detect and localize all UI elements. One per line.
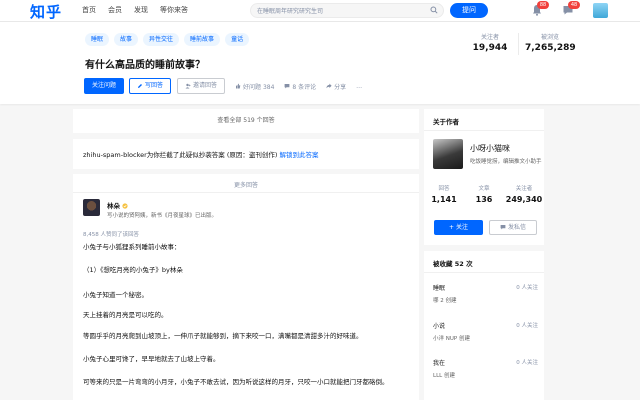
views-count: 7,265,289 [525,43,576,53]
message-icon [500,225,506,230]
answer-author-name[interactable]: 林朵 [107,200,128,210]
write-answer-button[interactable]: 写回答 [129,78,172,94]
share-icon [326,83,332,89]
answers-count: 1,141 [431,195,457,204]
about-author-title: 关于作者 [433,118,459,126]
search-box [250,3,444,18]
topic-tag[interactable]: 异性交往 [143,33,180,46]
answers-label: 回答 [438,186,450,192]
zhihu-logo[interactable]: 知乎 [30,1,62,22]
unlock-answer-link[interactable]: 解锁到此答案 [280,151,319,159]
question-actions: 关注问题 写回答 邀请回答 好问题 384 8 条评论 分享 … [84,78,362,94]
notification-badge: 88 [537,1,549,9]
collection-item[interactable]: 我在 0 人关注 LLL 创建 [433,358,538,379]
divider [424,272,544,273]
thumbs-up-icon [236,83,241,89]
question-title: 有什么高品质的睡前故事？ [85,60,205,71]
invite-answer-label: 邀请回答 [193,82,218,89]
collected-title: 被收藏 52 次 [433,260,473,268]
user-avatar[interactable] [593,3,608,18]
search-icon[interactable] [430,6,438,14]
collection-item[interactable]: 小说 0 人关注 小洋 NUP 创建 [433,321,538,342]
divider [73,192,419,193]
good-question-label: 好问题 384 [243,83,275,91]
answer-author-name-text: 林朵 [107,202,120,210]
answer-list: 更多回答 林朵 写小说的贤阿姨，新书《月夜星球》已出版。 8,458 人赞同了该… [73,174,419,400]
author-avatar[interactable] [433,139,463,169]
collection-followers: 0 人关注 [516,323,538,329]
author-bio: 吃饭睡觉捞，编辑推文小助手 [470,159,542,165]
good-question-button[interactable]: 好问题 384 [235,82,274,91]
articles-count: 136 [475,195,493,204]
collection-owner: 哪 2 创建 [433,298,457,304]
more-answers-title: 更多回答 [233,182,258,189]
verified-badge-icon [122,203,128,209]
answer-paragraph: 小兔子知道一个秘密。 [83,291,148,299]
topic-tag[interactable]: 童话 [225,33,250,46]
articles-stat[interactable]: 文章 136 [464,184,504,204]
comment-icon [285,84,290,89]
followers-label: 关注者 [480,34,499,41]
answer-author-bio: 写小说的贤阿姨，新书《月夜星球》已出版。 [107,213,218,219]
views-stat: 被浏览 7,265,289 [525,32,576,53]
topic-tag[interactable]: 睡眠 [85,33,110,46]
invite-user-icon [185,83,191,89]
more-options-button[interactable]: … [356,83,362,90]
collection-followers: 0 人关注 [516,285,538,291]
followers-stat: 关注者 19,944 [470,32,510,53]
top-navbar: 知乎 首页 会员 发现 等你来答 提问 88 48 [0,0,640,22]
write-answer-label: 写回答 [145,82,164,89]
author-followers-label: 关注者 [515,186,533,192]
follow-question-button[interactable]: 关注问题 [84,78,125,94]
nav-link-home[interactable]: 首页 [82,5,96,15]
articles-label: 文章 [478,186,490,192]
question-header: 睡眠 故事 异性交往 睡前故事 童话 有什么高品质的睡前故事？ 关注问题 写回答… [0,22,640,104]
collection-item[interactable]: 睡眠 0 人关注 哪 2 创建 [433,283,538,304]
author-followers-count: 249,340 [505,195,543,204]
about-author-card: 关于作者 小呀小猫咪 吃饭睡觉捞，编辑推文小助手 回答 1,141 文章 136… [424,109,544,245]
answer-paragraph: 小兔子心里可馋了，早早地就去了山坡上守着。 [83,355,220,363]
nav-link-vip[interactable]: 会员 [108,5,122,15]
collection-followers: 0 人关注 [516,360,538,366]
pencil-icon [138,84,143,88]
answers-stat[interactable]: 回答 1,141 [424,184,464,204]
spam-blocker-notice: zhihu-spam-blocker为你拦截了此疑似抄袭答案 (原因：盗刊创作)… [73,139,419,169]
answer-paragraph: 等圆乎乎的月亮爬到山坡顶上，一伸爪子就能够到，摘下来咬一口，满嘴都是清甜多汁的好… [83,332,363,340]
answer-paragraph: 天上挂着的月亮是可以吃的。 [83,311,168,319]
view-all-answers-link[interactable]: 查看全部 519 个回答 [73,109,419,133]
message-badge: 48 [568,1,580,9]
invite-answer-button[interactable]: 邀请回答 [177,78,226,94]
followers-count: 19,944 [472,43,508,53]
nav-links: 首页 会员 发现 等你来答 [82,5,188,15]
author-followers-stat[interactable]: 关注者 249,340 [504,184,544,204]
topic-tag[interactable]: 睡前故事 [184,33,221,46]
answer-paragraph: （1）《想吃月亮的小兔子》by林朵 [83,266,183,274]
blocker-text: zhihu-spam-blocker为你拦截了此疑似抄袭答案 (原因：盗刊创作) [83,151,280,159]
topic-tag[interactable]: 故事 [114,33,139,46]
answer-paragraph: 可等来的只是一片弯弯的小月牙，小兔子不敢去试，因为听说这样的月牙，只咬一小口就能… [83,378,389,386]
comments-label: 8 条评论 [292,83,317,91]
nav-link-discover[interactable]: 发现 [134,5,148,15]
ask-question-button[interactable]: 提问 [450,3,488,18]
collection-owner: LLL 创建 [433,373,455,379]
stats-divider [518,33,519,55]
author-name[interactable]: 小呀小猫咪 [470,143,510,154]
follow-author-button[interactable]: + 关注 [434,220,483,235]
send-message-button[interactable]: 发私信 [489,220,537,235]
send-message-label: 发私信 [507,224,526,231]
collection-owner: 小洋 NUP 创建 [433,336,470,342]
share-button[interactable]: 分享 [326,82,346,91]
topic-tags: 睡眠 故事 异性交往 睡前故事 童话 [85,33,250,46]
comments-button[interactable]: 8 条评论 [284,82,316,91]
share-label: 分享 [334,83,347,91]
answer-author-avatar[interactable] [83,199,100,216]
answer-paragraph: 小兔子与小狐狸系列睡前小故事： [83,243,181,251]
search-input[interactable] [257,6,427,16]
nav-link-waiting[interactable]: 等你来答 [160,5,188,15]
agree-count: 8,458 人赞同了该回答 [83,232,139,238]
divider [424,130,544,131]
views-label: 被浏览 [540,34,559,41]
collections-card: 被收藏 52 次 睡眠 0 人关注 哪 2 创建 小说 0 人关注 小洋 NUP… [424,251,544,400]
